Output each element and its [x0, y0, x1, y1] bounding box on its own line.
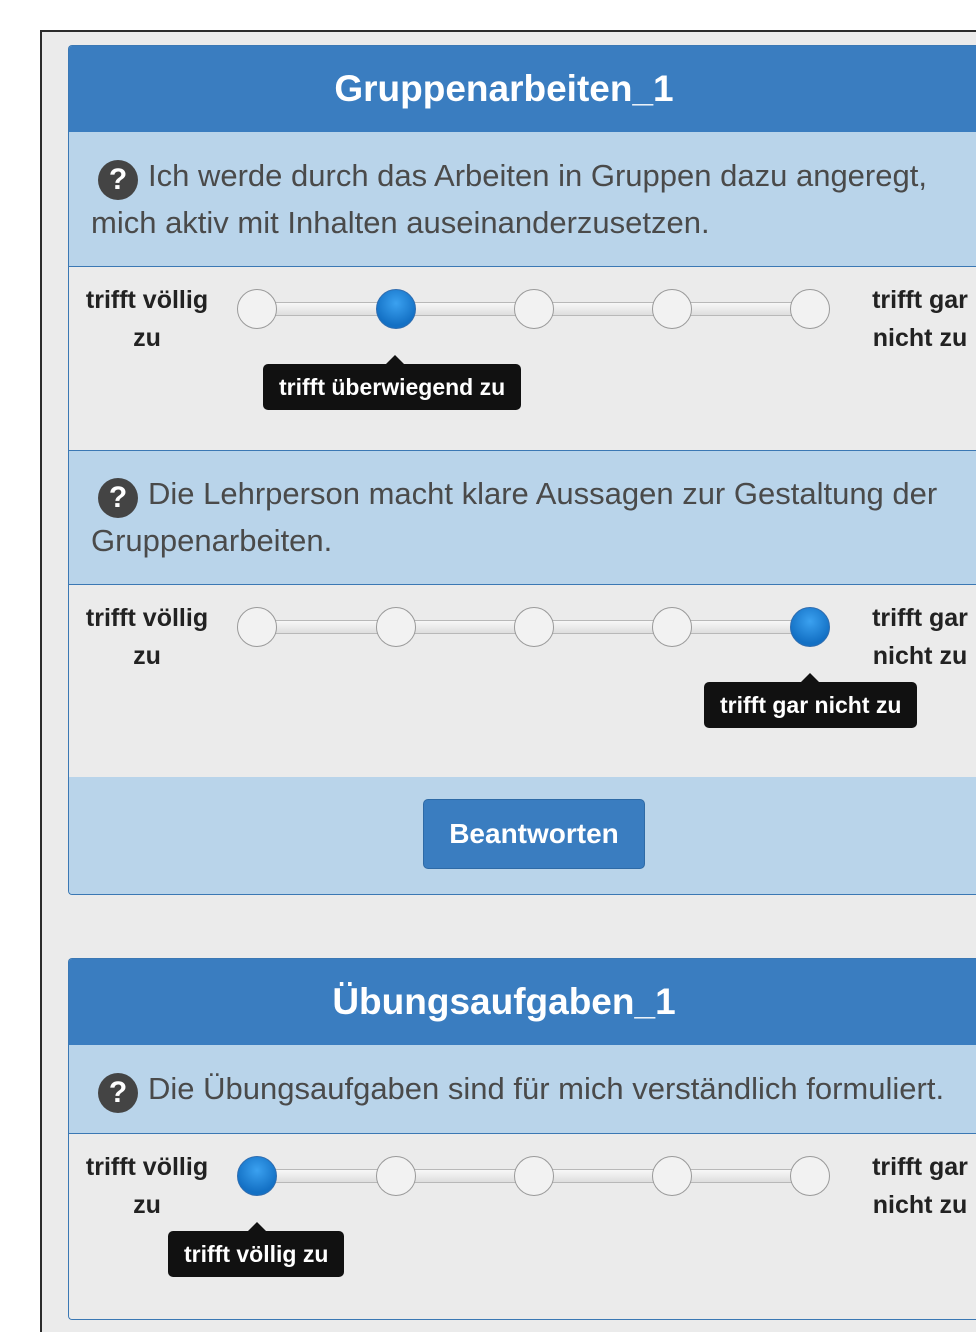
rating-option-2[interactable]: [376, 607, 416, 647]
question-text: ? Die Übungsaufgaben sind für mich verstä…: [69, 1045, 976, 1134]
survey-panel-gruppenarbeiten: Gruppenarbeiten_1 ? Ich werde durch das A…: [68, 45, 976, 895]
rating-option-1[interactable]: [237, 289, 277, 329]
rating-option-4[interactable]: [652, 607, 692, 647]
rating-option-3[interactable]: [514, 289, 554, 329]
scale-right-label: trifft gar nicht zu: [872, 1153, 968, 1219]
rating-option-5[interactable]: [790, 607, 830, 647]
panel-title: Übungsaufgaben_1: [69, 959, 976, 1045]
rating-option-2[interactable]: [376, 1156, 416, 1196]
panel-title: Gruppenarbeiten_1: [69, 46, 976, 132]
scale-right-label: trifft gar nicht zu: [872, 604, 968, 670]
rating-option-5[interactable]: [790, 289, 830, 329]
panel-footer: Beantworten: [69, 777, 976, 894]
scale-left-label: trifft völlig zu: [85, 286, 209, 352]
question-circle-icon[interactable]: ?: [98, 1073, 138, 1113]
selected-value-tooltip: trifft überwiegend zu: [263, 355, 522, 410]
rating-option-4[interactable]: [652, 1156, 692, 1196]
question-text-label: Die Übungsaufgaben sind für mich verstän…: [148, 1071, 945, 1106]
rating-option-2[interactable]: [376, 289, 416, 329]
selected-value-tooltip: trifft völlig zu: [168, 1222, 345, 1277]
submit-answer-button[interactable]: Beantworten: [423, 799, 645, 869]
rating-option-3[interactable]: [514, 607, 554, 647]
selected-value-tooltip: trifft gar nicht zu: [704, 673, 918, 728]
scale-left-label: trifft völlig zu: [85, 1153, 209, 1219]
rating-option-4[interactable]: [652, 289, 692, 329]
rating-option-1[interactable]: [237, 1156, 277, 1196]
scale-right-label: trifft gar nicht zu: [872, 286, 968, 352]
rating-scale: trifft völlig zu trifft gar nicht zu tri…: [69, 585, 976, 778]
rating-option-1[interactable]: [237, 607, 277, 647]
rating-option-5[interactable]: [790, 1156, 830, 1196]
question-circle-icon[interactable]: ?: [98, 160, 138, 200]
rating-scale: trifft völlig zu trifft gar nicht zu tri…: [69, 267, 976, 451]
scale-left-label: trifft völlig zu: [85, 604, 209, 670]
survey-panel-uebungsaufgaben: Übungsaufgaben_1 ? Die Übungsaufgaben sin…: [68, 958, 976, 1320]
rating-scale: trifft völlig zu trifft gar nicht zu tri…: [69, 1134, 976, 1319]
question-text: ? Ich werde durch das Arbeiten in Gruppen…: [69, 132, 976, 267]
question-text: ? Die Lehrperson macht klare Aussagen zur…: [69, 450, 976, 585]
rating-option-3[interactable]: [514, 1156, 554, 1196]
question-text-label: Die Lehrperson macht klare Aussagen zur …: [91, 476, 938, 558]
question-text-label: Ich werde durch das Arbeiten in Gruppen …: [91, 158, 927, 240]
question-circle-icon[interactable]: ?: [98, 478, 138, 518]
